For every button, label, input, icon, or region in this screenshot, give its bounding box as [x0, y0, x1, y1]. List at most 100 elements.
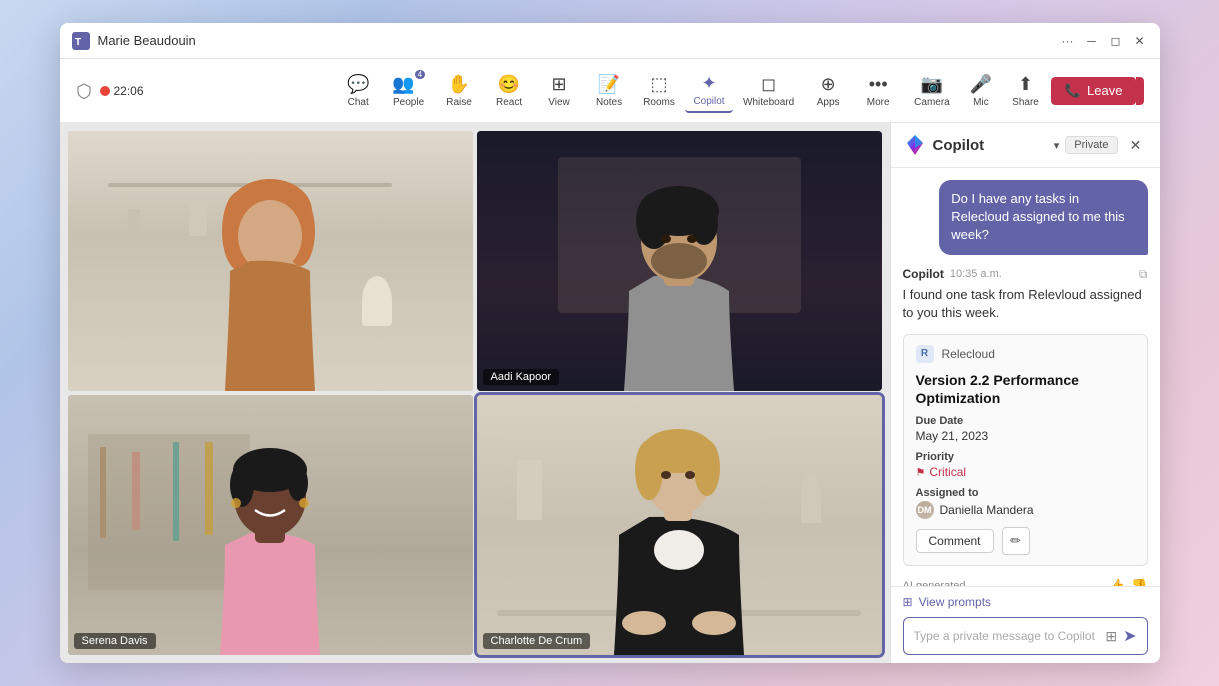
due-date-label: Due Date — [916, 415, 1135, 427]
input-icons: ⊞ ➤ — [1105, 626, 1136, 646]
copilot-footer: ⊞ View prompts Type a private message to… — [891, 586, 1160, 663]
copilot-panel: Copilot ▾ Private ✕ Do I have any tasks … — [890, 123, 1160, 663]
notes-label: Notes — [596, 97, 622, 108]
apps-label: Apps — [817, 97, 840, 108]
attach-icon-button[interactable]: ⊞ — [1105, 628, 1117, 645]
priority-label: Priority — [916, 451, 1135, 463]
person-silhouette-2 — [574, 161, 784, 391]
restore-button[interactable]: ◻ — [1108, 33, 1124, 49]
copilot-button[interactable]: ✦ Copilot — [685, 69, 733, 113]
more-button[interactable]: ••• More — [854, 70, 902, 112]
chat-button[interactable]: 💬 Chat — [334, 70, 382, 112]
people-label: People — [393, 97, 424, 108]
recording-indicator: 22:06 — [100, 84, 144, 98]
view-label: View — [548, 97, 570, 108]
copilot-header: Copilot ▾ Private ✕ — [891, 123, 1160, 168]
assigned-field: Assigned to DM Daniella Mandera — [916, 487, 1135, 519]
edit-button[interactable]: ✏ — [1002, 527, 1030, 555]
more-icon: ••• — [869, 74, 888, 95]
chat-label: Chat — [348, 97, 369, 108]
camera-label: Camera — [914, 97, 950, 108]
copilot-dropdown-button[interactable]: ▾ — [1054, 139, 1060, 152]
copilot-logo-icon — [903, 133, 927, 157]
video-bg-1 — [68, 131, 473, 391]
ai-feedback-buttons: 👍 👎 — [1109, 578, 1147, 586]
mic-button[interactable]: 🎤 Mic — [962, 70, 1000, 112]
more-label: More — [867, 97, 890, 108]
name-badge-charlotte: Charlotte De Crum — [483, 633, 591, 649]
more-options-button[interactable]: ··· — [1060, 33, 1076, 49]
share-label: Share — [1012, 97, 1039, 108]
whiteboard-button[interactable]: ◻ Whiteboard — [735, 70, 802, 112]
shield-icon — [76, 83, 92, 99]
thumbs-down-button[interactable]: 👎 — [1131, 578, 1147, 586]
video-bg-4 — [477, 395, 882, 655]
rooms-icon: ⬚ — [651, 74, 668, 95]
rooms-button[interactable]: ⬚ Rooms — [635, 70, 683, 112]
due-date-value: May 21, 2023 — [916, 429, 1135, 443]
copilot-input-area: Type a private message to Copilot ⊞ ➤ — [903, 617, 1148, 655]
relecloud-logo-icon: R — [916, 345, 934, 363]
assignee-avatar: DM — [916, 501, 934, 519]
priority-text: Critical — [929, 465, 966, 479]
name-badge-aadi: Aadi Kapoor — [483, 369, 560, 385]
toolbar-left: 22:06 — [76, 83, 331, 99]
people-icon: 👥4 — [392, 74, 425, 95]
task-card-header: R Relecloud — [916, 345, 1135, 363]
video-grid: Aadi Kapoor — [60, 123, 890, 663]
share-button[interactable]: ⬆ Share — [1004, 70, 1047, 112]
video-tile-3: Serena Davis — [68, 395, 473, 655]
raise-button[interactable]: ✋ Raise — [435, 70, 483, 112]
view-button[interactable]: ⊞ View — [535, 70, 583, 112]
person-silhouette-3 — [170, 425, 370, 655]
teams-window: T Marie Beaudouin ··· ─ ◻ ✕ 22:06 💬 Chat — [60, 23, 1160, 663]
view-icon: ⊞ — [551, 74, 566, 95]
copilot-icon: ✦ — [701, 73, 716, 94]
video-bg-3 — [68, 395, 473, 655]
copilot-sender-name: Copilot — [903, 267, 944, 281]
ai-generated-row: AI generated 👍 👎 — [903, 578, 1148, 586]
private-badge: Private — [1065, 136, 1117, 154]
send-button[interactable]: ➤ — [1123, 626, 1136, 646]
camera-button[interactable]: 📷 Camera — [906, 70, 958, 112]
copilot-message-meta: Copilot 10:35 a.m. ⧉ — [903, 267, 1148, 282]
copilot-messages: Do I have any tasks in Relecloud assigne… — [891, 168, 1160, 586]
toolbar-right: 📷 Camera 🎤 Mic ⬆ Share 📞 Leave ▾ — [906, 70, 1143, 112]
pencil-icon: ✏ — [1010, 533, 1021, 549]
teams-logo-icon: T — [72, 32, 90, 50]
title-bar: T Marie Beaudouin ··· ─ ◻ ✕ — [60, 23, 1160, 59]
copy-icon[interactable]: ⧉ — [1139, 267, 1148, 282]
leave-button[interactable]: 📞 Leave — [1051, 77, 1137, 105]
apps-icon: ⊕ — [821, 74, 836, 95]
minimize-button[interactable]: ─ — [1084, 33, 1100, 49]
people-button[interactable]: 👥4 People — [384, 70, 433, 112]
view-prompts-button[interactable]: ⊞ View prompts — [903, 595, 1148, 609]
task-card: R Relecloud Version 2.2 Performance Opti… — [903, 334, 1148, 566]
whiteboard-label: Whiteboard — [743, 97, 794, 108]
copilot-title: Copilot — [933, 137, 1048, 154]
priority-value: ⚑ Critical — [916, 465, 1135, 479]
thumbs-up-button[interactable]: 👍 — [1109, 578, 1125, 586]
leave-chevron-button[interactable]: ▾ — [1136, 77, 1143, 105]
react-button[interactable]: 😊 React — [485, 70, 533, 112]
leave-label: Leave — [1087, 83, 1122, 98]
mic-icon: 🎤 — [970, 74, 992, 95]
name-badge-serena: Serena Davis — [74, 633, 156, 649]
react-icon: 😊 — [498, 74, 520, 95]
copilot-close-button[interactable]: ✕ — [1124, 133, 1148, 157]
notes-icon: 📝 — [598, 74, 620, 95]
video-bg-2 — [477, 131, 882, 391]
due-date-field: Due Date May 21, 2023 — [916, 415, 1135, 443]
close-button[interactable]: ✕ — [1132, 33, 1148, 49]
mic-label: Mic — [973, 97, 989, 108]
copilot-response: Copilot 10:35 a.m. ⧉ I found one task fr… — [903, 267, 1148, 322]
notes-button[interactable]: 📝 Notes — [585, 70, 633, 112]
svg-text:T: T — [75, 37, 81, 48]
raise-icon: ✋ — [448, 74, 470, 95]
apps-button[interactable]: ⊕ Apps — [804, 70, 852, 112]
share-icon: ⬆ — [1018, 74, 1033, 95]
copilot-message-time: 10:35 a.m. — [950, 268, 1002, 280]
toolbar-center: 💬 Chat 👥4 People ✋ Raise 😊 React ⊞ View … — [334, 69, 902, 113]
comment-button[interactable]: Comment — [916, 529, 994, 553]
camera-icon: 📷 — [921, 74, 943, 95]
